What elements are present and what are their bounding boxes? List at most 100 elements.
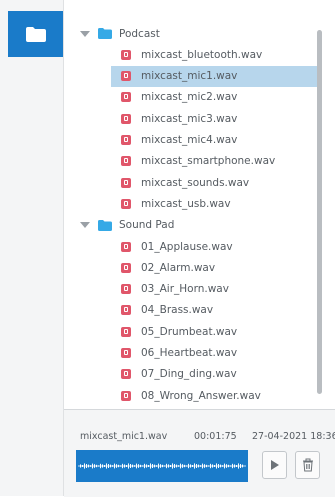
tree-file-item[interactable]: mixcast_mic2.wav bbox=[111, 87, 319, 108]
waveform-bar bbox=[208, 465, 209, 467]
tree-file-item[interactable]: 05_Drumbeat.wav bbox=[111, 321, 319, 342]
tree-file-item[interactable]: 04_Brass.wav bbox=[111, 300, 319, 321]
tree-file-item[interactable]: 01_Applause.wav bbox=[111, 236, 319, 257]
waveform-bar bbox=[242, 464, 243, 468]
waveform-bar bbox=[164, 465, 165, 467]
waveform-bar bbox=[118, 464, 119, 468]
waveform-bar bbox=[104, 465, 105, 467]
waveform[interactable] bbox=[76, 450, 248, 482]
tree-file-label: 06_Heartbeat.wav bbox=[141, 347, 238, 359]
waveform-bar bbox=[154, 464, 155, 468]
waveform-bar bbox=[156, 465, 157, 467]
tree-file-item[interactable]: 02_Alarm.wav bbox=[111, 257, 319, 278]
tree-file-item[interactable]: 03_Air_Horn.wav bbox=[111, 279, 319, 300]
tree-file-item[interactable]: mixcast_mic4.wav bbox=[111, 130, 319, 151]
tree-file-label: mixcast_bluetooth.wav bbox=[141, 48, 263, 61]
tree-file-item[interactable]: mixcast_mic1.wav bbox=[111, 65, 319, 87]
waveform-bar bbox=[84, 463, 85, 469]
tree-file-item[interactable]: 06_Heartbeat.wav bbox=[111, 343, 319, 364]
audio-file-icon bbox=[121, 49, 131, 60]
waveform-bar bbox=[224, 463, 225, 469]
player-filename: mixcast_mic1.wav bbox=[80, 431, 168, 442]
scrollbar[interactable] bbox=[317, 30, 322, 394]
waveform-bar bbox=[192, 465, 193, 467]
audio-file-icon bbox=[121, 284, 131, 295]
waveform-bar bbox=[114, 463, 115, 469]
waveform-bar bbox=[228, 464, 229, 468]
waveform-bar bbox=[102, 464, 103, 468]
waveform-bar bbox=[108, 464, 109, 468]
audio-file-icon bbox=[121, 92, 131, 103]
folder-icon bbox=[25, 26, 46, 42]
waveform-bar bbox=[122, 463, 123, 469]
expand-caret-icon[interactable] bbox=[80, 222, 90, 229]
waveform-bar bbox=[100, 463, 101, 469]
expand-caret-icon[interactable] bbox=[80, 30, 90, 37]
waveform-bar bbox=[194, 463, 195, 469]
waveform-bar bbox=[222, 465, 223, 467]
tree-file-label: mixcast_mic3.wav bbox=[141, 112, 238, 125]
player-panel: mixcast_mic1.wav 00:01:75 27-04-2021 18:… bbox=[64, 409, 335, 497]
trash-icon bbox=[302, 458, 313, 472]
tree-file-label: mixcast_smartphone.wav bbox=[141, 155, 276, 168]
waveform-bar bbox=[170, 465, 171, 467]
audio-file-icon bbox=[121, 348, 131, 358]
waveform-bar bbox=[128, 463, 129, 469]
waveform-bar bbox=[218, 464, 219, 468]
waveform-bar bbox=[96, 464, 97, 468]
player-duration: 00:01:75 bbox=[194, 431, 237, 442]
tree-file-label: 04_Brass.wav bbox=[141, 304, 214, 317]
waveform-bar bbox=[186, 465, 187, 467]
tree-group[interactable]: Sound Pad bbox=[80, 215, 174, 236]
tree-group-label: Podcast bbox=[119, 27, 160, 40]
waveform-bar bbox=[212, 464, 213, 468]
waveform-bar bbox=[86, 464, 87, 468]
waveform-bar bbox=[90, 465, 91, 467]
tree-file-label: 03_Air_Horn.wav bbox=[141, 283, 229, 296]
waveform-bar bbox=[158, 463, 159, 469]
waveform-bar bbox=[234, 464, 235, 468]
play-button[interactable] bbox=[262, 451, 287, 479]
tree-file-label: mixcast_mic2.wav bbox=[141, 91, 238, 104]
tree-group[interactable]: Podcast bbox=[80, 23, 160, 44]
waveform-bar bbox=[188, 463, 189, 469]
tree-file-item[interactable]: mixcast_smartphone.wav bbox=[111, 151, 319, 172]
play-icon bbox=[270, 460, 279, 470]
waveform-bar bbox=[196, 464, 197, 468]
tree-file-item[interactable]: mixcast_sounds.wav bbox=[111, 172, 319, 193]
waveform-bar bbox=[98, 465, 99, 467]
tree-file-item[interactable]: 07_Ding_ding.wav bbox=[111, 364, 319, 385]
sidebar bbox=[0, 0, 64, 496]
tree-file-item[interactable]: 08_Wrong_Answer.wav bbox=[111, 385, 319, 406]
waveform-bar bbox=[88, 464, 89, 468]
waveform-bar bbox=[184, 464, 185, 468]
waveform-bar bbox=[226, 464, 227, 468]
folder-button[interactable] bbox=[8, 11, 63, 57]
audio-file-icon bbox=[121, 156, 131, 167]
waveform-bar bbox=[138, 464, 139, 468]
waveform-bar bbox=[126, 465, 127, 467]
audio-file-icon bbox=[121, 262, 131, 273]
waveform-bar bbox=[112, 465, 113, 467]
delete-button[interactable] bbox=[295, 451, 320, 479]
waveform-bar bbox=[182, 464, 183, 468]
tree-file-item[interactable]: mixcast_usb.wav bbox=[111, 193, 319, 214]
waveform-bar bbox=[236, 465, 237, 467]
waveform-bar bbox=[140, 464, 141, 468]
waveform-bar bbox=[230, 465, 231, 467]
waveform-bar bbox=[162, 464, 163, 468]
waveform-bar bbox=[202, 463, 203, 469]
waveform-bar bbox=[144, 463, 145, 469]
tree-file-item[interactable]: mixcast_mic3.wav bbox=[111, 108, 319, 129]
tree-file-item[interactable]: mixcast_bluetooth.wav bbox=[111, 44, 319, 65]
tree-file-label: 07_Ding_ding.wav bbox=[141, 368, 237, 381]
tree-file-label: mixcast_mic4.wav bbox=[141, 134, 238, 146]
tree-file-label: mixcast_mic1.wav bbox=[141, 70, 238, 83]
waveform-bar bbox=[198, 464, 199, 468]
waveform-bar bbox=[200, 465, 201, 467]
waveform-bar bbox=[166, 463, 167, 469]
waveform-bar bbox=[82, 465, 83, 467]
audio-file-icon bbox=[121, 390, 131, 401]
waveform-bar bbox=[220, 464, 221, 468]
waveform-bar bbox=[152, 464, 153, 468]
